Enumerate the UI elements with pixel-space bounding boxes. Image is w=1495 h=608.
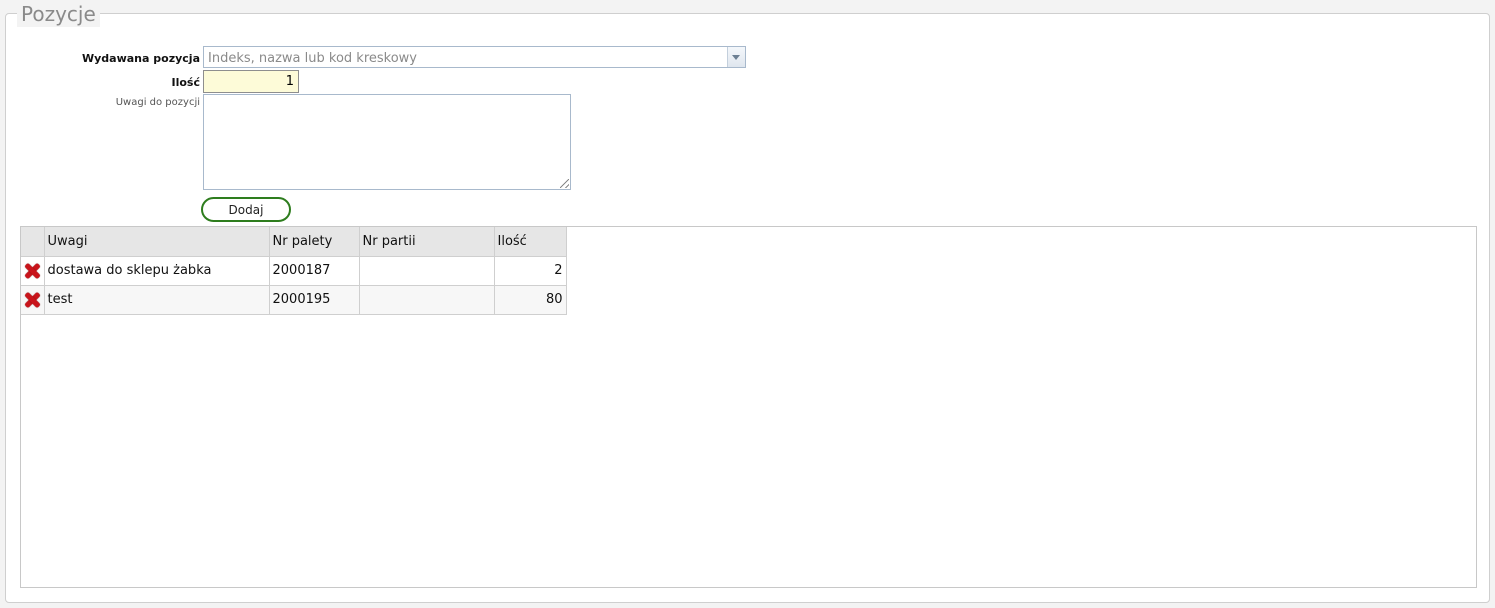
item-combobox[interactable] xyxy=(203,46,746,69)
cell-ilosc: 80 xyxy=(493,284,567,315)
positions-table: Uwagi Nr palety Nr partii Ilość dostawa … xyxy=(21,227,567,315)
qty-label: Ilość xyxy=(171,76,201,89)
column-header-actions xyxy=(21,227,45,257)
cell-ilosc: 2 xyxy=(493,255,567,286)
cell-uwagi: dostawa do sklepu żabka xyxy=(43,255,270,286)
delete-cell xyxy=(21,284,45,315)
column-header-nr-palety[interactable]: Nr palety xyxy=(268,227,360,257)
cell-uwagi: test xyxy=(43,284,270,315)
cell-nr-partii xyxy=(358,284,495,315)
positions-grid: Uwagi Nr palety Nr partii Ilość dostawa … xyxy=(20,226,1477,588)
notes-textarea[interactable] xyxy=(203,94,571,190)
item-search-input[interactable] xyxy=(204,48,723,69)
legend-mask xyxy=(23,27,98,29)
column-header-uwagi[interactable]: Uwagi xyxy=(43,227,270,257)
table-row[interactable]: test 2000195 80 xyxy=(21,284,567,315)
chevron-down-icon[interactable] xyxy=(727,47,745,67)
resize-grip-icon[interactable] xyxy=(560,179,569,188)
delete-icon[interactable] xyxy=(24,292,40,308)
item-label: Wydawana pozycja xyxy=(82,52,200,65)
column-header-nr-partii[interactable]: Nr partii xyxy=(358,227,495,257)
delete-cell xyxy=(21,255,45,286)
column-header-ilosc[interactable]: Ilość xyxy=(493,227,567,257)
section-legend: Pozycje xyxy=(17,1,100,27)
notes-label: Uwagi do pozycji xyxy=(115,97,200,108)
add-button[interactable]: Dodaj xyxy=(201,197,291,222)
cell-nr-partii xyxy=(358,255,495,286)
qty-input[interactable] xyxy=(203,70,299,93)
table-header-row: Uwagi Nr palety Nr partii Ilość xyxy=(21,227,567,257)
delete-icon[interactable] xyxy=(24,263,40,279)
cell-nr-palety: 2000187 xyxy=(268,255,360,286)
cell-nr-palety: 2000195 xyxy=(268,284,360,315)
table-row[interactable]: dostawa do sklepu żabka 2000187 2 xyxy=(21,255,567,286)
